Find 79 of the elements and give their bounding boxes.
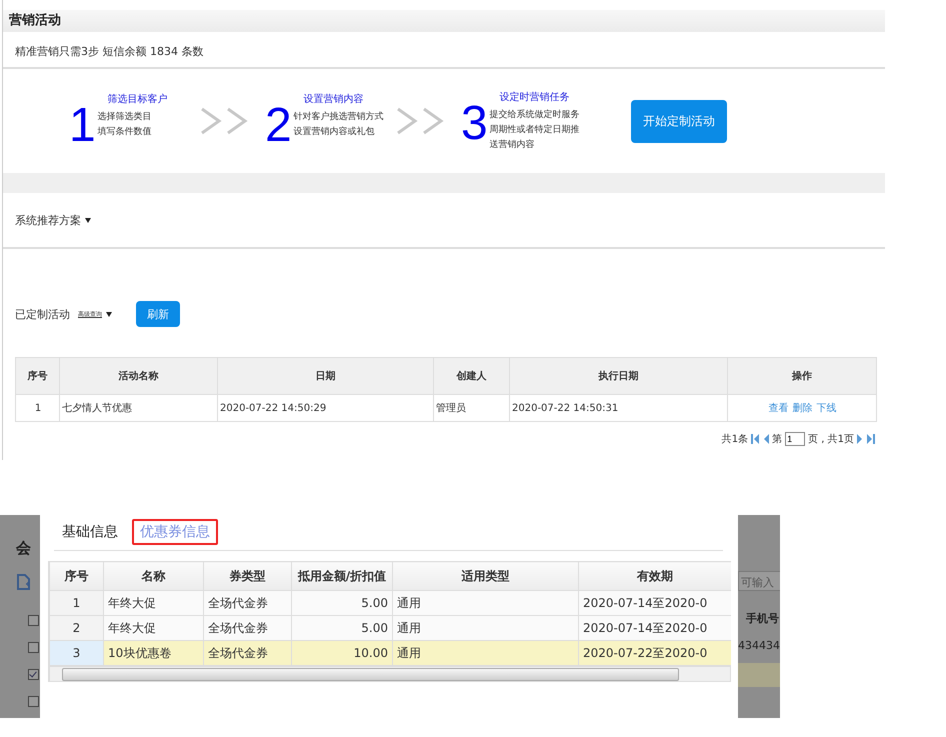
column-header: 有效期: [578, 562, 731, 590]
column-header: 券类型: [204, 562, 292, 590]
checkbox[interactable]: [28, 696, 39, 707]
step-number: 2: [265, 102, 292, 150]
table-cell: 2020-07-14至2020-0: [578, 590, 731, 616]
previous-page-icon[interactable]: [763, 434, 770, 444]
step-description: 周期性或者特定日期推送营销内容: [490, 124, 581, 152]
table-cell: 全场代金券: [204, 590, 292, 616]
table-cell: 七夕情人节优惠: [60, 394, 218, 422]
first-page-icon[interactable]: [751, 434, 760, 444]
table-cell: 1: [50, 590, 104, 616]
action-link[interactable]: 下线: [816, 401, 836, 415]
step-description: 选择筛选类目: [98, 110, 153, 124]
tab[interactable]: 基础信息: [54, 519, 126, 545]
column-header: 手机号: [746, 611, 779, 626]
page-title: 营销活动: [9, 13, 61, 28]
table-cell: 年终大促: [104, 590, 204, 616]
summary-text: 精准营销只需3步 短信余额 1834 条数: [3, 32, 885, 69]
table-cell: 3: [50, 640, 104, 666]
table-cell: 管理员: [434, 394, 510, 422]
step-title: 设置营销内容: [304, 92, 365, 107]
table-cell: 1: [16, 394, 60, 422]
action-link[interactable]: 删除: [792, 401, 812, 415]
column-header: 适用类型: [392, 562, 578, 590]
table-cell: 2020-07-14至2020-0: [578, 616, 731, 640]
step-description: 设置营销内容或礼包: [294, 126, 376, 139]
step-title: 筛选目标客户: [108, 92, 169, 107]
caret-icon: [84, 218, 90, 224]
page-input[interactable]: 1: [785, 432, 806, 446]
page-label: 页 , 共1页: [808, 432, 854, 446]
step-description: 填写条件数值: [98, 126, 153, 139]
start-campaign-button[interactable]: 开始定制活动: [631, 100, 727, 142]
table-cell: 全场代金券: [204, 616, 292, 640]
column-header: 活动名称: [60, 358, 218, 394]
action-link[interactable]: 查看: [768, 401, 788, 415]
step-title: 设定时营销任务: [500, 90, 571, 104]
section-label: 已定制活动: [15, 306, 70, 322]
add-file-icon: [17, 574, 31, 590]
column-header: 创建人: [434, 358, 510, 394]
next-page-icon[interactable]: [857, 434, 863, 444]
panel-heading: 会: [16, 539, 31, 558]
table-cell: 通用: [392, 640, 578, 666]
table-cell: 通用: [392, 616, 578, 640]
step-number: 3: [461, 100, 488, 148]
table-cell: 10块优惠卷: [104, 640, 204, 666]
column-header: 序号: [16, 358, 60, 394]
column-header: 名称: [104, 562, 204, 590]
search-field[interactable]: 可输入: [738, 571, 780, 591]
selected-row: [738, 663, 780, 687]
table-cell: 通用: [392, 590, 578, 616]
table-cell: 434434: [738, 639, 780, 652]
column-header: 日期: [218, 358, 434, 394]
table-cell: 5.00: [292, 616, 392, 640]
recommend-dropdown[interactable]: 系统推荐方案: [15, 214, 90, 227]
column-header: 执行日期: [510, 358, 728, 394]
table-cell: 全场代金券: [204, 640, 292, 666]
step-description: 针对客户挑选营销方式: [294, 110, 385, 124]
last-page-icon[interactable]: [866, 434, 875, 444]
checkbox[interactable]: [28, 669, 39, 680]
column-header: 操作: [728, 358, 876, 394]
page-label: 第: [772, 433, 782, 446]
column-header: 抵用金额/折扣值: [292, 562, 392, 590]
checkbox[interactable]: [28, 615, 39, 626]
caret-icon: [106, 312, 112, 316]
step-number: 1: [69, 102, 96, 150]
refresh-button[interactable]: 刷新: [136, 301, 180, 327]
table-cell: 年终大促: [104, 616, 204, 640]
tab[interactable]: 优惠券信息: [132, 519, 218, 545]
table-cell: 5.00: [292, 590, 392, 616]
table-cell: 2020-07-22至2020-0: [578, 640, 731, 666]
checkbox[interactable]: [28, 642, 39, 653]
column-header: 序号: [50, 562, 104, 590]
table-cell: 2020-07-22 14:50:29: [218, 394, 434, 422]
table-cell: 2: [50, 616, 104, 640]
horizontal-scrollbar[interactable]: [49, 666, 731, 682]
total-count: 共1条: [722, 432, 748, 446]
table-cell: 2020-07-22 14:50:31: [510, 394, 728, 422]
table-cell: 10.00: [292, 640, 392, 666]
step-description: 提交给系统做定时服务: [490, 108, 581, 122]
